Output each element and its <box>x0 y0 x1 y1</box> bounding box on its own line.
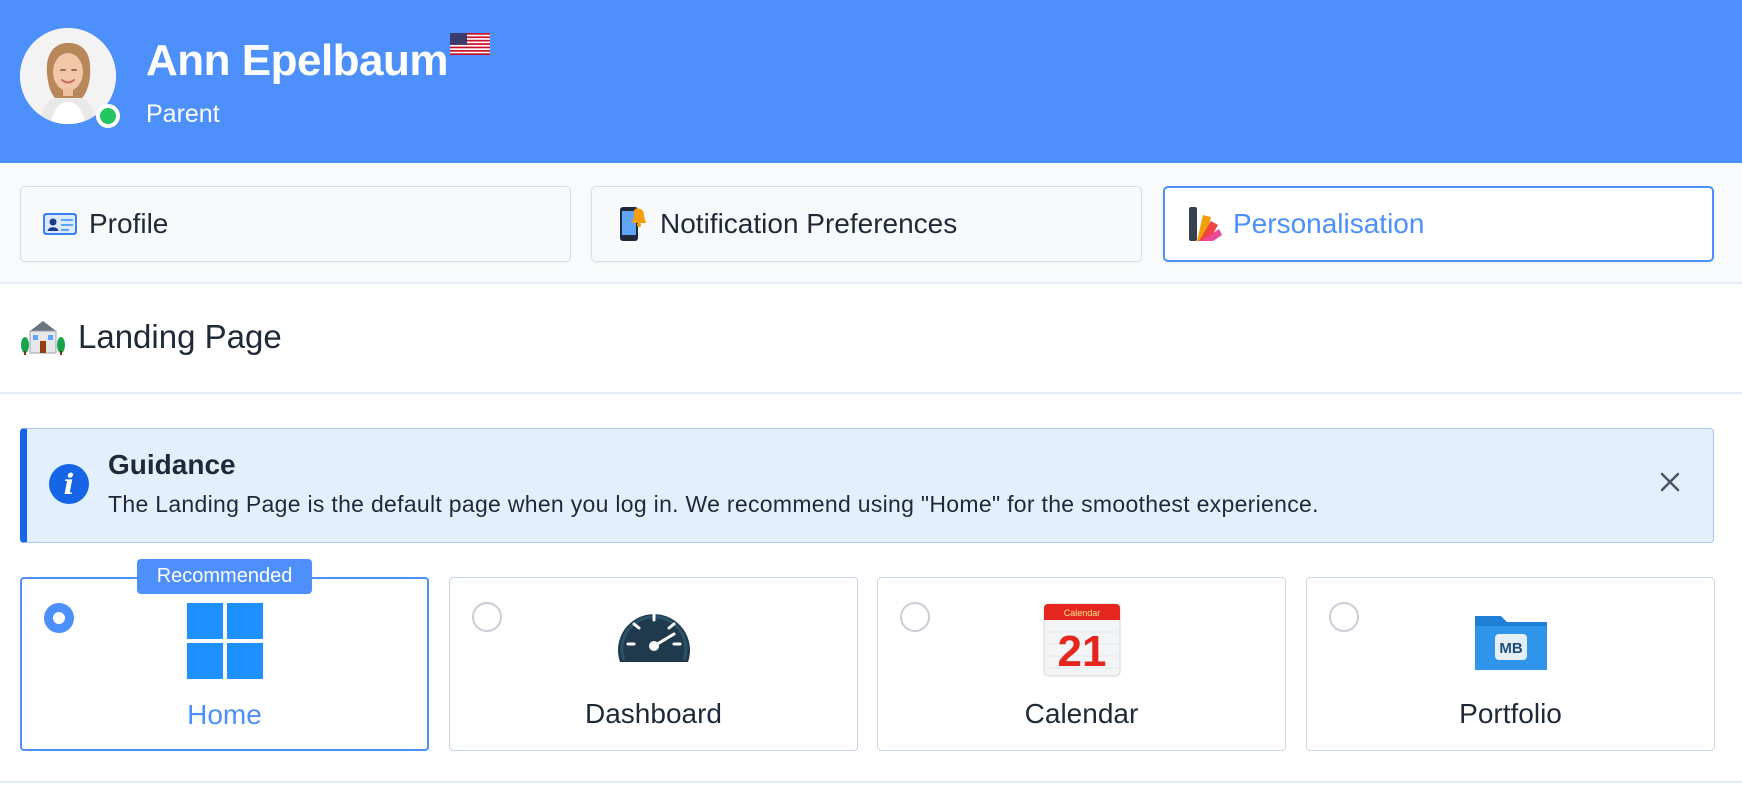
profile-header: Ann Epelbaum Parent <box>0 0 1742 163</box>
option-label: Portfolio <box>1459 698 1562 729</box>
section-title: Landing Page <box>78 318 282 355</box>
windows-grid-icon <box>185 601 265 681</box>
landing-option-calendar[interactable]: Calendar 21 Calendar <box>877 577 1286 751</box>
tab-label: Personalisation <box>1233 208 1425 239</box>
calendar-icon-day: 21 <box>1057 627 1106 676</box>
landing-option-portfolio[interactable]: MB Portfolio <box>1306 577 1715 751</box>
folder-icon-text: MB <box>1499 640 1522 657</box>
house-icon <box>20 317 66 357</box>
id-card-icon <box>41 205 79 243</box>
info-icon: i <box>49 464 89 504</box>
tab-profile[interactable]: Profile <box>20 186 571 262</box>
recommended-badge: Recommended <box>137 559 312 594</box>
radio-dashboard[interactable] <box>472 602 502 632</box>
user-role: Parent <box>146 100 220 128</box>
tab-label: Notification Preferences <box>660 208 958 239</box>
guidance-alert: i Guidance The Landing Page is the defau… <box>20 428 1714 543</box>
phone-notification-icon <box>612 205 650 243</box>
calendar-icon: Calendar 21 <box>1042 600 1122 680</box>
us-flag-icon <box>450 33 490 55</box>
radio-home[interactable] <box>44 603 74 633</box>
speedometer-icon <box>614 600 694 680</box>
option-label: Dashboard <box>585 698 722 729</box>
online-status-indicator <box>96 104 120 128</box>
close-icon[interactable] <box>1655 467 1685 497</box>
landing-page-section-header: Landing Page <box>0 284 1742 394</box>
divider <box>0 781 1742 783</box>
tab-notification-preferences[interactable]: Notification Preferences <box>591 186 1142 262</box>
calendar-icon-month: Calendar <box>1063 608 1100 618</box>
option-label: Calendar <box>1024 698 1139 729</box>
option-label: Home <box>187 699 262 730</box>
alert-title: Guidance <box>108 449 236 480</box>
alert-text: The Landing Page is the default page whe… <box>108 491 1319 517</box>
user-name: Ann Epelbaum <box>146 36 449 85</box>
tab-personalisation[interactable]: Personalisation <box>1163 186 1714 262</box>
radio-calendar[interactable] <box>900 602 930 632</box>
palette-icon <box>1185 205 1223 243</box>
landing-option-dashboard[interactable]: Dashboard <box>449 577 858 751</box>
landing-option-home[interactable]: Home <box>20 577 429 751</box>
radio-portfolio[interactable] <box>1329 602 1359 632</box>
settings-tabs: Profile Notification Preferences Persona… <box>0 163 1742 284</box>
tab-label: Profile <box>89 208 169 239</box>
folder-icon: MB <box>1471 600 1551 680</box>
